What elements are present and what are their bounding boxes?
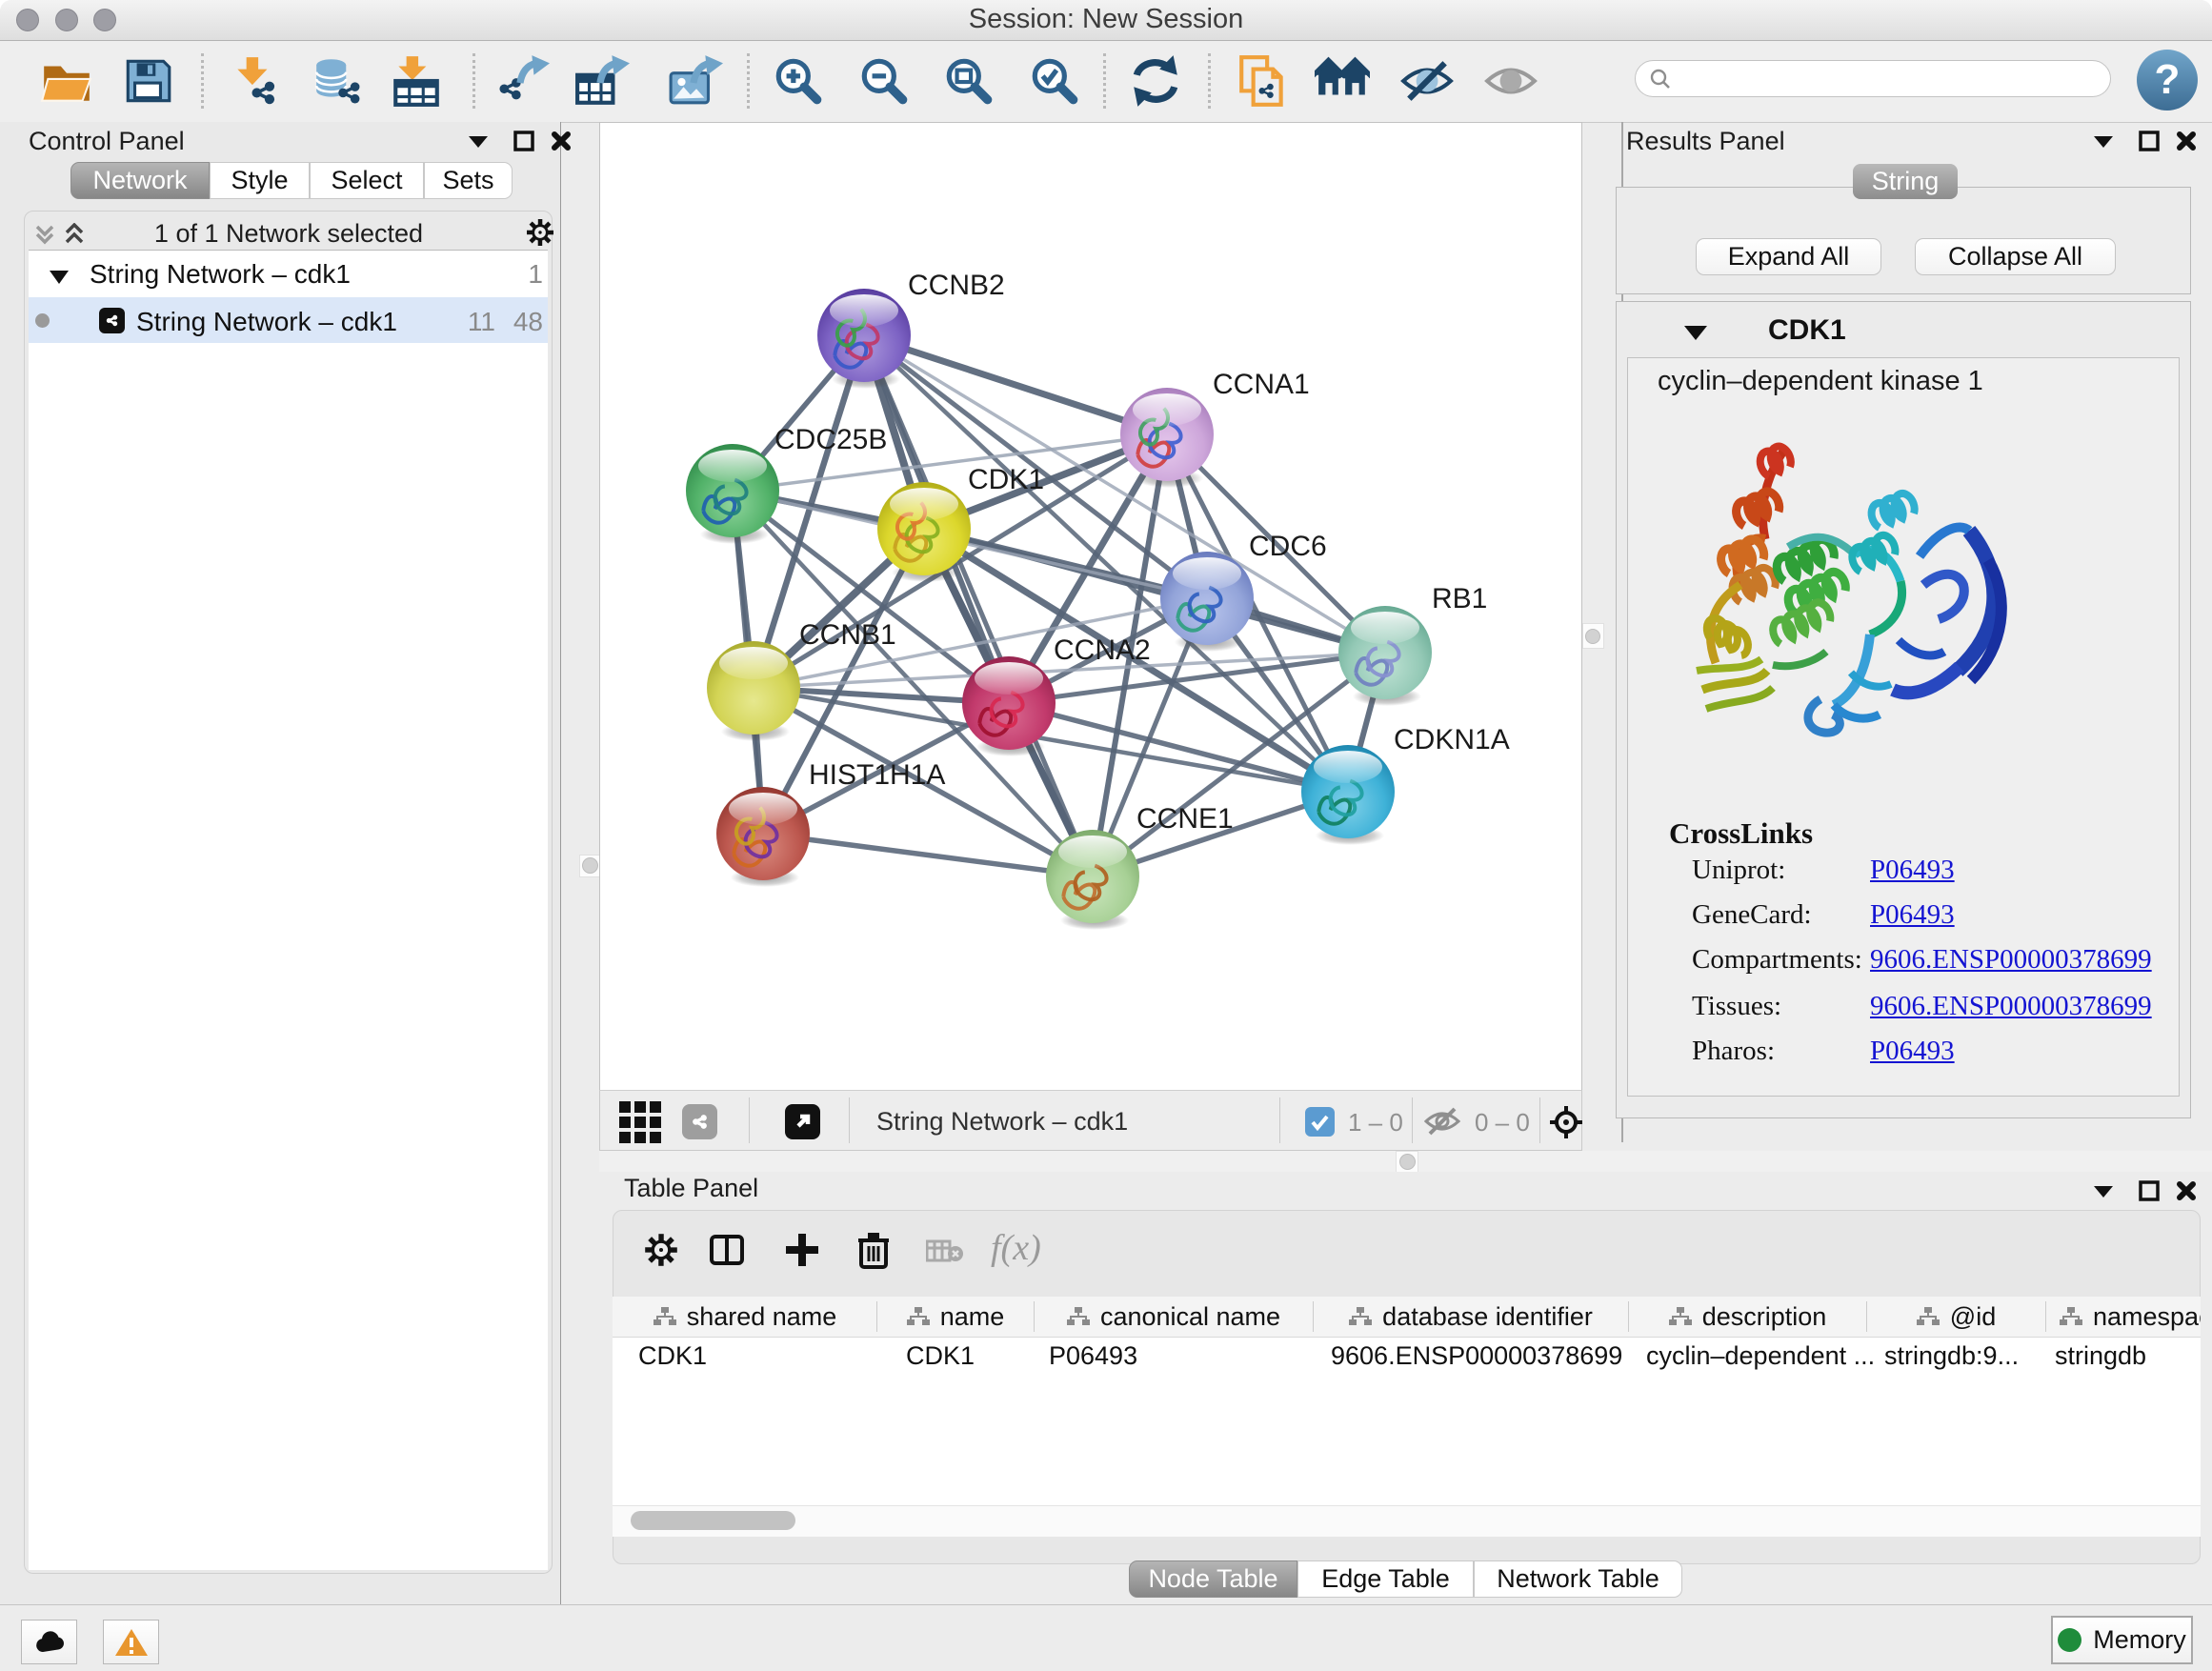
svg-text:CCNA2: CCNA2 [1054, 634, 1151, 666]
svg-text:CDK1: CDK1 [968, 464, 1044, 495]
svg-text:CCNB2: CCNB2 [908, 270, 1005, 301]
svg-text:CCNA1: CCNA1 [1213, 369, 1310, 400]
svg-text:RB1: RB1 [1432, 583, 1487, 614]
svg-text:HIST1H1A: HIST1H1A [809, 759, 945, 791]
svg-text:CCNB1: CCNB1 [799, 619, 896, 651]
svg-text:CCNE1: CCNE1 [1136, 803, 1234, 835]
svg-text:CDC6: CDC6 [1249, 531, 1327, 562]
svg-text:CDKN1A: CDKN1A [1394, 724, 1510, 755]
svg-text:CDC25B: CDC25B [774, 424, 887, 455]
